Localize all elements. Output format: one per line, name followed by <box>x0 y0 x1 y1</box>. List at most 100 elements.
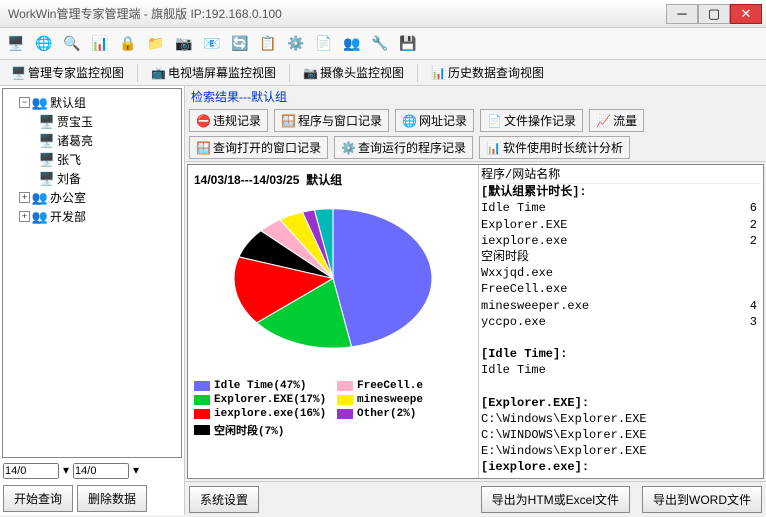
viewtab-expert[interactable]: 🖥️管理专家监控视图 <box>4 61 131 84</box>
list-item[interactable]: C:\WINDOWS\Explorer.EXE <box>481 427 761 443</box>
list-item[interactable]: Idle Time <box>481 362 761 378</box>
expand-icon[interactable]: + <box>19 192 30 203</box>
record-tabs: ⛔违规记录 🪟程序与窗口记录 🌐网址记录 📄文件操作记录 📈流量 <box>185 107 766 134</box>
expand-icon[interactable]: + <box>19 211 30 222</box>
viewtab-wall[interactable]: 📺电视墙屏幕监控视图 <box>144 61 283 84</box>
tb-icon-13[interactable]: 👥 <box>340 32 364 56</box>
tree-node-user-2[interactable]: 🖥️张飞 <box>5 150 179 169</box>
pc-icon: 🖥️ <box>39 114 55 130</box>
list-header: 程序/网站名称 <box>481 167 761 184</box>
tb-icon-12[interactable]: 📄 <box>312 32 336 56</box>
list-item[interactable]: iexplore.exe2 <box>481 233 761 249</box>
tb-icon-14[interactable]: 🔧 <box>368 32 392 56</box>
legend-item: 空闲时段(7%) <box>194 422 329 438</box>
group-icon: 👥 <box>32 95 48 111</box>
tree-node-office[interactable]: +👥办公室 <box>5 188 179 207</box>
list-item[interactable]: Explorer.EXE2 <box>481 217 761 233</box>
tb-icon-8[interactable]: 📧 <box>200 32 224 56</box>
list-item[interactable]: Idle Time6 <box>481 200 761 216</box>
collapse-icon[interactable]: − <box>19 97 30 108</box>
dropdown-icon[interactable]: ▾ <box>133 463 139 479</box>
list-item[interactable]: FreeCell.exe <box>481 281 761 297</box>
list-item[interactable]: minesweeper.exe4 <box>481 298 761 314</box>
chart-header: 14/03/18---14/03/25 默认组 <box>192 169 474 190</box>
file-icon: 📄 <box>487 114 501 128</box>
legend-item: Other(2%) <box>337 408 472 420</box>
tree-node-dev[interactable]: +👥开发部 <box>5 207 179 226</box>
tab-violation[interactable]: ⛔违规记录 <box>189 109 268 132</box>
export-word-button[interactable]: 导出到WORD文件 <box>642 486 762 513</box>
tb-icon-4[interactable]: 📊 <box>88 32 112 56</box>
program-list[interactable]: 程序/网站名称 [默认组累计时长]:Idle Time6Explorer.EXE… <box>478 165 763 478</box>
camera-icon: 📷 <box>303 66 317 80</box>
pc-icon: 🖥️ <box>39 171 55 187</box>
subtab-runprog[interactable]: ⚙️查询运行的程序记录 <box>334 136 473 159</box>
group-icon: 👥 <box>32 209 48 225</box>
chart-legend: Idle Time(47%)FreeCell.eExplorer.EXE(17%… <box>192 378 474 440</box>
legend-item: minesweepe <box>337 394 472 406</box>
tb-icon-6[interactable]: 📁 <box>144 32 168 56</box>
group-tree[interactable]: −👥默认组 🖥️贾宝玉 🖥️诸葛亮 🖥️张飞 🖥️刘备 +👥办公室 +👥开发部 <box>2 88 182 458</box>
maximize-button[interactable]: ▢ <box>698 4 730 24</box>
viewtab-camera[interactable]: 📷摄像头监控视图 <box>296 61 411 84</box>
tab-program[interactable]: 🪟程序与窗口记录 <box>274 109 389 132</box>
tb-icon-10[interactable]: 📋 <box>256 32 280 56</box>
stop-icon: ⛔ <box>196 114 210 128</box>
pc-icon: 🖥️ <box>39 133 55 149</box>
view-tabs: 🖥️管理专家监控视图 📺电视墙屏幕监控视图 📷摄像头监控视图 📊历史数据查询视图 <box>0 60 766 86</box>
subtab-usage[interactable]: 📊软件使用时长统计分析 <box>479 136 630 159</box>
toolbar: 🖥️ 🌐 🔍 📊 🔒 📁 📷 📧 🔄 📋 ⚙️ 📄 👥 🔧 💾 <box>0 28 766 60</box>
viewtab-history[interactable]: 📊历史数据查询视图 <box>424 61 551 84</box>
history-icon: 📊 <box>431 66 445 80</box>
flow-icon: 📈 <box>596 114 610 128</box>
sub-tabs: 🪟查询打开的窗口记录 ⚙️查询运行的程序记录 📊软件使用时长统计分析 <box>185 134 766 162</box>
right-panel: 检索结果---默认组 ⛔违规记录 🪟程序与窗口记录 🌐网址记录 📄文件操作记录 … <box>185 86 766 515</box>
tb-icon-3[interactable]: 🔍 <box>60 32 84 56</box>
tb-icon-15[interactable]: 💾 <box>396 32 420 56</box>
list-group-header: [iexplore.exe]: <box>481 459 761 475</box>
tb-icon-7[interactable]: 📷 <box>172 32 196 56</box>
date-from-input[interactable] <box>3 463 59 479</box>
tab-fileop[interactable]: 📄文件操作记录 <box>480 109 583 132</box>
export-htm-button[interactable]: 导出为HTM或Excel文件 <box>481 486 630 513</box>
legend-item: FreeCell.e <box>337 380 472 392</box>
list-item[interactable]: yccpo.exe3 <box>481 314 761 330</box>
subtab-openwin[interactable]: 🪟查询打开的窗口记录 <box>189 136 328 159</box>
list-item[interactable]: 空闲时段 <box>481 249 761 265</box>
window-icon: 🪟 <box>196 141 210 155</box>
delete-button[interactable]: 删除数据 <box>77 485 147 512</box>
tree-node-user-3[interactable]: 🖥️刘备 <box>5 169 179 188</box>
tb-icon-1[interactable]: 🖥️ <box>4 32 28 56</box>
tb-icon-5[interactable]: 🔒 <box>116 32 140 56</box>
legend-item: Explorer.EXE(17%) <box>194 394 329 406</box>
close-button[interactable]: ✕ <box>730 4 762 24</box>
list-group-header: [Idle Time]: <box>481 346 761 362</box>
group-icon: 👥 <box>32 190 48 206</box>
tab-flow[interactable]: 📈流量 <box>589 109 644 132</box>
bottom-buttons: 系统设置 导出为HTM或Excel文件 导出到WORD文件 <box>185 481 766 517</box>
legend-item <box>337 422 472 438</box>
tree-node-default-group[interactable]: −👥默认组 <box>5 93 179 112</box>
tab-url[interactable]: 🌐网址记录 <box>395 109 474 132</box>
tree-node-user-1[interactable]: 🖥️诸葛亮 <box>5 131 179 150</box>
globe-icon: 🌐 <box>402 114 416 128</box>
system-settings-button[interactable]: 系统设置 <box>189 486 259 513</box>
titlebar: WorkWin管理专家管理端 - 旗舰版 IP:192.168.0.100 ─ … <box>0 0 766 28</box>
tb-icon-9[interactable]: 🔄 <box>228 32 252 56</box>
list-item[interactable]: Wxxjqd.exe <box>481 265 761 281</box>
pc-icon: 🖥️ <box>39 152 55 168</box>
tb-icon-2[interactable]: 🌐 <box>32 32 56 56</box>
list-item[interactable]: E:\Windows\Explorer.EXE <box>481 443 761 459</box>
list-item[interactable]: C:\Windows\Explorer.EXE <box>481 411 761 427</box>
left-panel: −👥默认组 🖥️贾宝玉 🖥️诸葛亮 🖥️张飞 🖥️刘备 +👥办公室 +👥开发部 … <box>0 86 185 515</box>
tb-icon-11[interactable]: ⚙️ <box>284 32 308 56</box>
dropdown-icon[interactable]: ▾ <box>63 463 69 479</box>
query-button[interactable]: 开始查询 <box>3 485 73 512</box>
tree-node-user-0[interactable]: 🖥️贾宝玉 <box>5 112 179 131</box>
pie-chart <box>218 194 448 374</box>
date-to-input[interactable] <box>73 463 129 479</box>
gear-icon: ⚙️ <box>341 141 355 155</box>
legend-item: iexplore.exe(16%) <box>194 408 329 420</box>
minimize-button[interactable]: ─ <box>666 4 698 24</box>
list-group-header: [默认组累计时长]: <box>481 184 761 200</box>
